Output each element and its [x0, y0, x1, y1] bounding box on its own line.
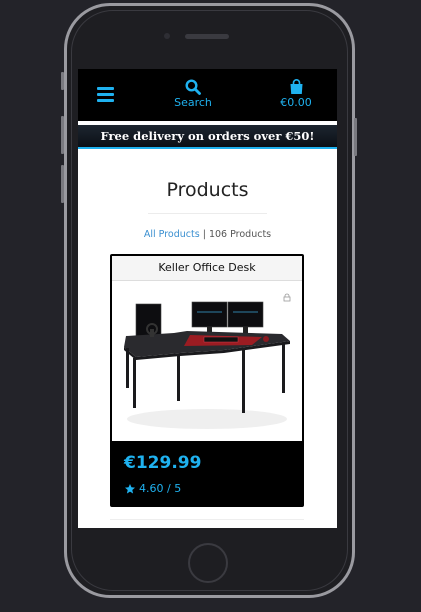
top-navbar: Search €0.00 — [78, 69, 337, 121]
breadcrumb-separator: | — [202, 229, 206, 240]
page-title: Products — [166, 179, 249, 201]
phone-side-button — [61, 165, 64, 203]
screen: Search €0.00 Free delivery on orders ove… — [78, 69, 337, 528]
search-label: Search — [174, 96, 212, 109]
phone-speaker — [185, 34, 229, 39]
rating-value: 4.60 / 5 — [139, 482, 182, 495]
menu-icon — [97, 99, 114, 102]
cart-total: €0.00 — [280, 96, 312, 109]
phone-side-button — [61, 116, 64, 154]
all-products-link[interactable]: All Products — [144, 229, 200, 240]
delivery-banner: Free delivery on orders over €50! — [78, 125, 337, 149]
phone-side-button — [61, 72, 64, 90]
desk-illustration — [124, 293, 291, 429]
product-card[interactable]: Keller Office Desk €129.99 4.60 / 5 — [110, 254, 304, 507]
product-rating: 4.60 / 5 — [124, 482, 181, 495]
search-icon — [185, 79, 201, 95]
menu-icon — [97, 93, 114, 96]
product-count: 106 Products — [208, 229, 272, 240]
phone-home-button — [188, 543, 228, 583]
product-price: €129.99 — [124, 453, 202, 473]
product-footer: €129.99 4.60 / 5 — [112, 441, 302, 505]
cart-button[interactable]: €0.00 — [276, 77, 316, 117]
shopping-bag-icon — [290, 79, 302, 94]
product-name: Keller Office Desk — [112, 256, 302, 281]
phone-side-button — [354, 118, 357, 156]
menu-button[interactable] — [97, 87, 114, 103]
phone-camera — [164, 33, 170, 39]
product-image[interactable] — [112, 281, 302, 441]
title-divider — [148, 213, 267, 214]
breadcrumb: All Products | 106 Products — [78, 229, 337, 240]
search-button[interactable]: Search — [168, 77, 218, 117]
star-icon — [125, 483, 135, 493]
menu-icon — [97, 87, 114, 90]
section-divider — [110, 519, 304, 520]
